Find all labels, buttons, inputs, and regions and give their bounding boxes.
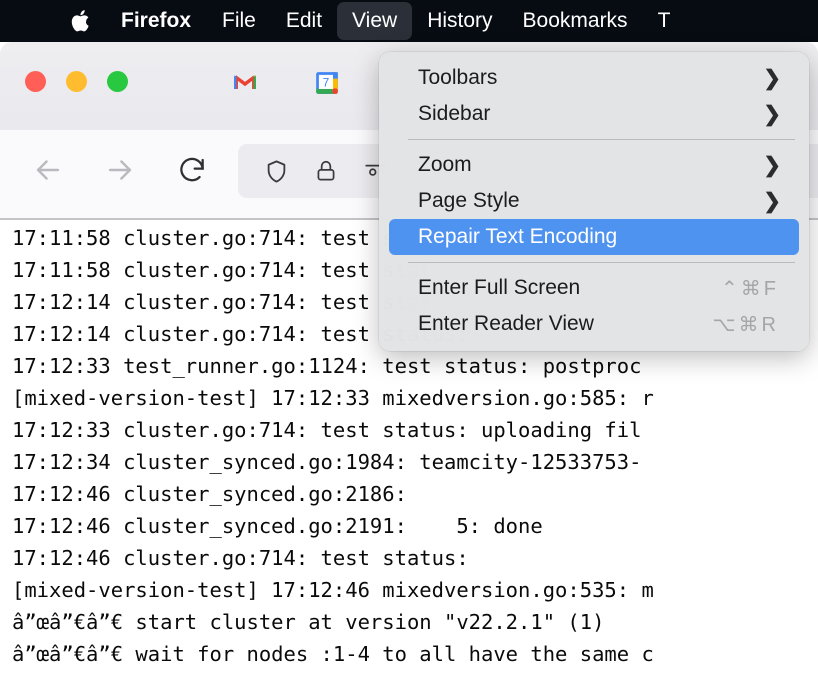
menu-separator [408,262,795,263]
menu-item-label: Page Style [418,189,520,212]
chevron-right-icon: ❯ [763,153,781,177]
shield-icon[interactable] [262,157,290,185]
log-line: â”œâ”€â”€ wait for nodes :1-4 to all hav… [12,642,654,666]
menu-item-shortcut: ⌥⌘R [712,313,779,336]
menu-item-label: Repair Text Encoding [418,225,618,248]
lock-icon[interactable] [312,157,340,185]
menu-item-label: Enter Full Screen [418,276,581,299]
menu-item-label: Zoom [418,153,472,176]
log-line: 17:12:46 cluster_synced.go:2186: [12,482,407,506]
menu-item-enter-reader-view[interactable]: Enter Reader View ⌥⌘R [389,306,799,342]
log-line: [mixed-version-test] 17:12:33 mixedversi… [12,386,654,410]
log-line: 17:12:33 test_runner.go:1124: test statu… [12,354,642,378]
svg-text:7: 7 [323,75,330,89]
maximize-window-button[interactable] [107,71,128,92]
menu-firefox[interactable]: Firefox [116,2,207,40]
google-calendar-favicon[interactable]: 7 [314,70,340,96]
chevron-right-icon: ❯ [763,66,781,90]
menu-history[interactable]: History [412,2,507,40]
menu-item-zoom[interactable]: Zoom ❯ [389,147,799,183]
log-line: â”œâ”€â”€ start cluster at version "v22.… [12,610,605,634]
log-line: [mixed-version-test] 17:12:46 mixedversi… [12,578,654,602]
pinned-tabs: 7 [232,70,340,96]
menu-item-label: Toolbars [418,66,498,89]
apple-logo-icon[interactable] [68,6,94,36]
menu-item-sidebar[interactable]: Sidebar ❯ [389,96,799,132]
menu-item-label: Sidebar [418,102,491,125]
view-dropdown-menu: Toolbars ❯ Sidebar ❯ Zoom ❯ Page Style ❯… [379,52,809,351]
menu-item-toolbars[interactable]: Toolbars ❯ [389,60,799,96]
log-line: 17:12:33 cluster.go:714: test status: up… [12,418,642,442]
close-window-button[interactable] [25,71,46,92]
chevron-right-icon: ❯ [763,189,781,213]
menu-bookmarks[interactable]: Bookmarks [508,2,643,40]
menu-item-label: Enter Reader View [418,312,594,335]
menu-view[interactable]: View [337,2,413,40]
menu-item-enter-full-screen[interactable]: Enter Full Screen ⌃⌘F [389,270,799,306]
back-arrow-icon[interactable] [26,148,70,192]
reload-icon[interactable] [170,148,214,192]
log-line: 17:12:34 cluster_synced.go:1984: teamcit… [12,450,642,474]
menu-file[interactable]: File [207,2,271,40]
menu-separator [408,139,795,140]
minimize-window-button[interactable] [66,71,87,92]
nav-buttons [26,148,214,192]
menu-tools[interactable]: T [643,2,671,40]
log-line: 17:12:46 cluster_synced.go:2191: 5: done [12,514,543,538]
menu-item-repair-text-encoding[interactable]: Repair Text Encoding [389,219,799,255]
screen-root: 7 17:11:58 cluster.go:714: test status: … [0,0,818,684]
menu-edit[interactable]: Edit [271,2,337,40]
chevron-right-icon: ❯ [763,102,781,126]
gmail-favicon[interactable] [232,70,258,96]
macos-menu-bar: Firefox File Edit View History Bookmarks… [0,0,818,42]
forward-arrow-icon[interactable] [98,148,142,192]
menu-item-shortcut: ⌃⌘F [721,277,779,300]
traffic-light-buttons [25,71,128,92]
log-line: 17:12:46 cluster.go:714: test status: [12,546,469,570]
menu-item-page-style[interactable]: Page Style ❯ [389,183,799,219]
